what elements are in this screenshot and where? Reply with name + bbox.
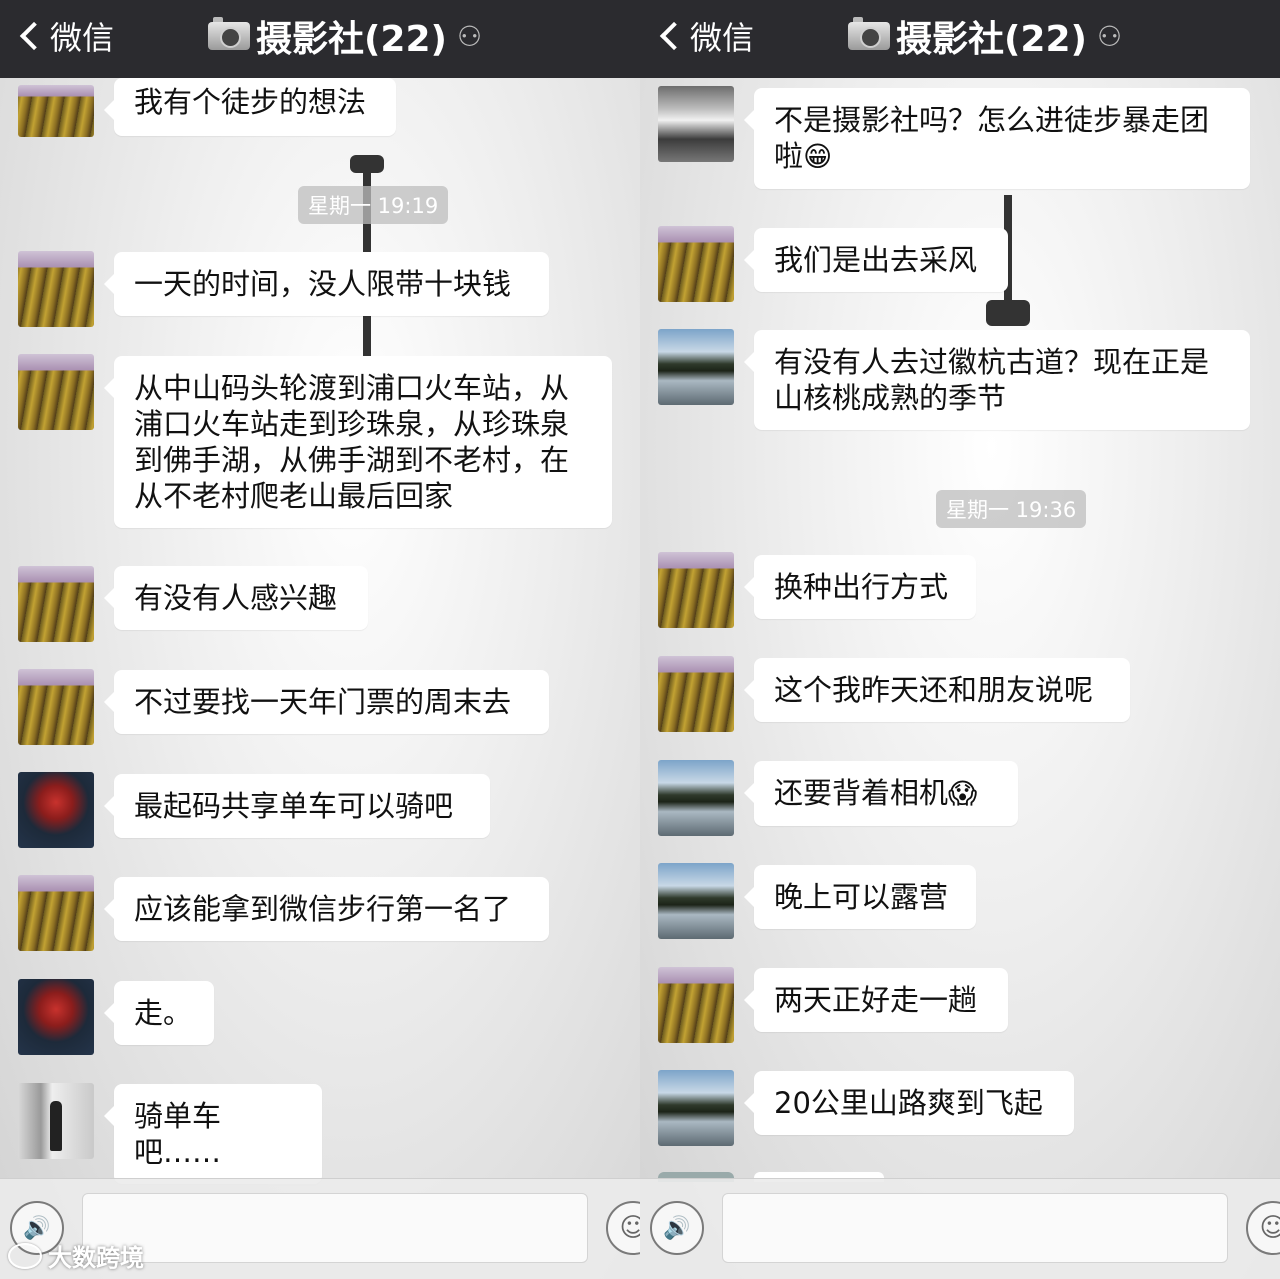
grin-emoji-icon: 😁 bbox=[803, 140, 833, 173]
message-text: 不是摄影社吗？怎么进徒步暴走团啦 bbox=[774, 103, 1210, 173]
chat-title-group: 摄影社(22) ⚇ bbox=[0, 14, 640, 60]
chat-title: 摄影社(22) bbox=[255, 19, 447, 60]
avatar[interactable] bbox=[658, 552, 734, 628]
message-bubble: 有没有人去过徽杭古道？现在正是山核桃成熟的季节 bbox=[744, 330, 1250, 430]
avatar[interactable] bbox=[658, 226, 734, 302]
lamp-head bbox=[350, 155, 384, 173]
avatar[interactable] bbox=[18, 354, 94, 430]
avatar[interactable] bbox=[658, 1070, 734, 1146]
message-bubble: 我有个徒步的想法 bbox=[104, 78, 396, 136]
message-bubble: 换种出行方式 bbox=[744, 555, 976, 619]
message-bubble: 最起码共享单车可以骑吧 bbox=[104, 774, 490, 838]
scream-emoji-icon: 😱 bbox=[948, 777, 978, 810]
emoji-icon[interactable]: ☺ bbox=[606, 1201, 640, 1255]
avatar[interactable] bbox=[18, 1083, 94, 1159]
timestamp: 星期一 19:19 bbox=[298, 186, 449, 224]
avatar[interactable] bbox=[18, 251, 94, 327]
avatar[interactable] bbox=[18, 669, 94, 745]
chat-panel-right: 微信 摄影社(22) ⚇ 不是摄影社吗？怎么进徒步暴走团啦😁 我们是出去采风 有… bbox=[640, 0, 1280, 1279]
message-bubble: 这个我昨天还和朋友说呢 bbox=[744, 658, 1130, 722]
avatar[interactable] bbox=[658, 86, 734, 162]
avatar[interactable] bbox=[658, 863, 734, 939]
message-bubble: 我们是出去采风 bbox=[744, 228, 1008, 292]
camera-icon bbox=[847, 17, 890, 50]
message-bubble: 骑单车吧…… bbox=[104, 1084, 322, 1184]
nav-bar: 微信 摄影社(22) ⚇ bbox=[0, 0, 640, 78]
avatar[interactable] bbox=[18, 566, 94, 642]
message-bubble: 一天的时间，没人限带十块钱 bbox=[104, 252, 549, 316]
message-text: 还要背着相机 bbox=[774, 776, 949, 810]
earpiece-icon: ⚇ bbox=[456, 19, 483, 53]
chat-title-group: 摄影社(22) ⚇ bbox=[640, 14, 1280, 60]
voice-icon[interactable]: 🔊 bbox=[650, 1201, 704, 1255]
watermark: 大数跨境 bbox=[8, 1238, 144, 1273]
avatar[interactable] bbox=[658, 760, 734, 836]
nav-bar: 微信 摄影社(22) ⚇ bbox=[640, 0, 1280, 78]
avatar[interactable] bbox=[18, 85, 94, 137]
avatar[interactable] bbox=[18, 772, 94, 848]
message-bubble: 从中山码头轮渡到浦口火车站，从浦口火车站走到珍珠泉，从珍珠泉到佛手湖，从佛手湖到… bbox=[104, 356, 612, 528]
message-bubble: 有没有人感兴趣 bbox=[104, 566, 368, 630]
message-bubble: 晚上可以露营 bbox=[744, 865, 976, 929]
watermark-text: 大数跨境 bbox=[48, 1244, 144, 1272]
message-bubble: 还要背着相机😱 bbox=[744, 761, 1018, 826]
message-bubble: 应该能拿到微信步行第一名了 bbox=[104, 877, 549, 941]
message-bubble: 20公里山路爽到飞起 bbox=[744, 1071, 1074, 1135]
message-bubble: 不是摄影社吗？怎么进徒步暴走团啦😁 bbox=[744, 88, 1250, 189]
camera-icon bbox=[207, 17, 250, 50]
message-bubble: 不过要找一天年门票的周末去 bbox=[104, 670, 549, 734]
chat-panel-left: 微信 摄影社(22) ⚇ 我有个徒步的想法 星期一 19:19 一天的时间，没人… bbox=[0, 0, 640, 1279]
message-input[interactable] bbox=[722, 1193, 1228, 1263]
timestamp: 星期一 19:36 bbox=[936, 490, 1087, 528]
message-bubble: 走。 bbox=[104, 981, 214, 1045]
avatar[interactable] bbox=[18, 979, 94, 1055]
earpiece-icon: ⚇ bbox=[1096, 19, 1123, 53]
avatar[interactable] bbox=[18, 875, 94, 951]
emoji-icon[interactable]: ☺ bbox=[1246, 1201, 1280, 1255]
watermark-logo-icon bbox=[8, 1242, 42, 1269]
input-bar: 🔊 ☺ bbox=[640, 1178, 1280, 1279]
avatar[interactable] bbox=[658, 967, 734, 1043]
message-bubble: 两天正好走一趟 bbox=[744, 968, 1008, 1032]
avatar[interactable] bbox=[658, 656, 734, 732]
message-input[interactable] bbox=[82, 1193, 588, 1263]
avatar[interactable] bbox=[658, 329, 734, 405]
chat-title: 摄影社(22) bbox=[895, 19, 1087, 60]
lamp-head bbox=[986, 300, 1030, 326]
